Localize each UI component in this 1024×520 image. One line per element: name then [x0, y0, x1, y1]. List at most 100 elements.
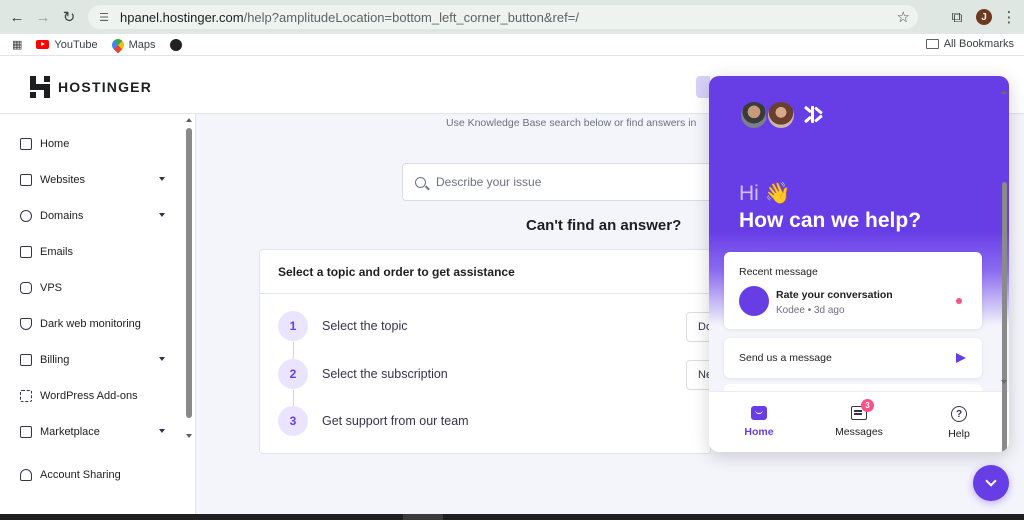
address-bar[interactable]: ☰ hpanel.hostinger.com/help?amplitudeLoc…	[88, 5, 918, 29]
chat-tab-help[interactable]: ? Help	[919, 406, 999, 440]
recent-message-card[interactable]: Recent message Rate your conversation Ko…	[724, 252, 982, 329]
topic-select[interactable]: Do	[686, 312, 710, 342]
sidebar-item-wordpress-add-ons[interactable]: WordPress Add-ons	[20, 390, 165, 402]
divider	[260, 293, 710, 294]
bookmark-label: Maps	[128, 38, 156, 51]
extensions-icon[interactable]: ⧉	[948, 4, 966, 30]
sidebar-item-billing[interactable]: Billing	[20, 354, 165, 366]
back-icon[interactable]: ←	[4, 4, 30, 30]
chat-widget: Hi 👋 How can we help? Recent message Rat…	[709, 76, 1009, 452]
sidebar-item-dark-web-monitoring[interactable]: Dark web monitoring	[20, 318, 165, 330]
sidebar-item-account-sharing[interactable]: Account Sharing	[20, 469, 165, 481]
sidebar-item-domains[interactable]: Domains	[20, 210, 165, 222]
bookmark-maps[interactable]: Maps	[109, 36, 156, 53]
card-title: Select a topic and order to get assistan…	[278, 265, 515, 279]
chevron-down-icon	[985, 475, 997, 487]
scroll-down-arrow[interactable]	[186, 434, 192, 438]
send-icon	[956, 353, 966, 363]
billing-icon	[20, 354, 32, 366]
bookmark-star-icon[interactable]: ☆	[897, 8, 910, 26]
step-select-subscription: 2 Select the subscription	[278, 359, 448, 389]
home-icon	[20, 138, 32, 150]
chat-bottom-nav: Home 3 Messages ? Help	[709, 391, 1009, 452]
recent-message-text: Rate your conversation	[776, 289, 893, 301]
tab-label: Help	[948, 428, 970, 440]
tab-label: Home	[744, 426, 774, 438]
sidebar-item-websites[interactable]: Websites	[20, 174, 165, 186]
chat-toggle-button[interactable]	[973, 465, 1009, 501]
chat-headline: How can we help?	[739, 209, 922, 232]
step-label: Select the topic	[322, 319, 408, 333]
sidebar-item-label: Marketplace	[40, 426, 100, 438]
forward-icon[interactable]: →	[30, 4, 56, 30]
menu-kebab-icon[interactable]: ⋮	[1002, 4, 1017, 30]
step-number: 3	[278, 406, 308, 436]
mail-icon	[20, 246, 32, 258]
agent-avatar	[766, 100, 796, 130]
shield-icon	[20, 318, 32, 330]
chat-scrollbar[interactable]	[1002, 182, 1007, 452]
step-number: 2	[278, 359, 308, 389]
recent-message-meta: Kodee • 3d ago	[776, 305, 845, 316]
bookmark-label: YouTube	[54, 38, 98, 51]
taskbar	[0, 514, 1024, 520]
sidebar-item-label: Home	[40, 138, 70, 150]
all-bookmarks[interactable]: All Bookmarks	[925, 38, 1014, 50]
chat-greeting: Hi 👋	[739, 182, 791, 205]
step-get-support: 3 Get support from our team	[278, 406, 469, 436]
chevron-down-icon	[159, 177, 165, 181]
sidebar: Home Websites Domains Emails VPS Dark we…	[0, 114, 196, 520]
recent-message-title: Recent message	[739, 266, 818, 278]
taskbar-item[interactable]	[403, 514, 443, 520]
unread-dot	[956, 298, 962, 304]
knowledge-base-hint: Use Knowledge Base search below or find …	[446, 117, 697, 129]
step-number: 1	[278, 311, 308, 341]
sidebar-item-label: Websites	[40, 174, 86, 186]
users-icon	[20, 469, 32, 481]
hostinger-logo-icon	[30, 76, 50, 98]
chevron-down-icon	[159, 357, 165, 361]
reload-icon[interactable]: ↻	[56, 4, 82, 30]
send-message-button[interactable]: Send us a message	[724, 338, 982, 378]
help-icon: ?	[951, 406, 967, 422]
kodee-logo-icon	[802, 104, 824, 126]
subscription-select[interactable]: Ne	[686, 360, 710, 390]
all-bookmarks-label: All Bookmarks	[943, 38, 1014, 50]
site-info-icon[interactable]: ☰	[96, 9, 112, 25]
sidebar-item-label: Account Sharing	[40, 469, 121, 481]
sidebar-scrollbar[interactable]	[186, 128, 192, 418]
apps-grid-icon[interactable]: ▦	[12, 38, 22, 51]
maps-icon	[109, 36, 127, 53]
send-message-label: Send us a message	[739, 352, 832, 364]
folder-icon	[925, 39, 939, 49]
agent-avatar	[739, 100, 769, 130]
scroll-up-arrow[interactable]	[1001, 90, 1007, 94]
tab-label: Messages	[835, 426, 883, 438]
bookmarks-bar: ▦ YouTube Maps All Bookmarks	[0, 34, 1024, 56]
scroll-up-arrow[interactable]	[186, 118, 192, 122]
step-connector	[293, 390, 294, 407]
brand-logo[interactable]: HOSTINGER	[30, 76, 152, 98]
sidebar-item-label: Billing	[40, 354, 70, 366]
sidebar-item-home[interactable]: Home	[20, 138, 165, 150]
scroll-down-arrow[interactable]	[1001, 380, 1007, 384]
sidebar-item-label: Emails	[40, 246, 74, 258]
step-label: Get support from our team	[322, 414, 469, 428]
profile-avatar[interactable]: J	[976, 9, 992, 25]
chevron-down-icon	[159, 213, 165, 217]
websites-icon	[20, 174, 32, 186]
bookmark-globe[interactable]	[169, 38, 182, 51]
header-action-button[interactable]	[696, 76, 710, 98]
cant-find-heading: Can't find an answer?	[526, 217, 682, 234]
messages-icon: 3	[851, 399, 874, 420]
sidebar-item-emails[interactable]: Emails	[20, 246, 165, 258]
youtube-icon	[36, 40, 50, 49]
search-input[interactable]: Describe your issue	[402, 163, 732, 201]
chat-tab-messages[interactable]: 3 Messages	[819, 399, 899, 438]
step-label: Select the subscription	[322, 367, 448, 381]
chat-tab-home[interactable]: Home	[719, 406, 799, 438]
bookmark-youtube[interactable]: YouTube	[36, 38, 98, 51]
sidebar-item-vps[interactable]: VPS	[20, 282, 165, 294]
browser-toolbar: ← → ↻ ☰ hpanel.hostinger.com/help?amplit…	[0, 0, 1024, 34]
sidebar-item-marketplace[interactable]: Marketplace	[20, 426, 165, 438]
